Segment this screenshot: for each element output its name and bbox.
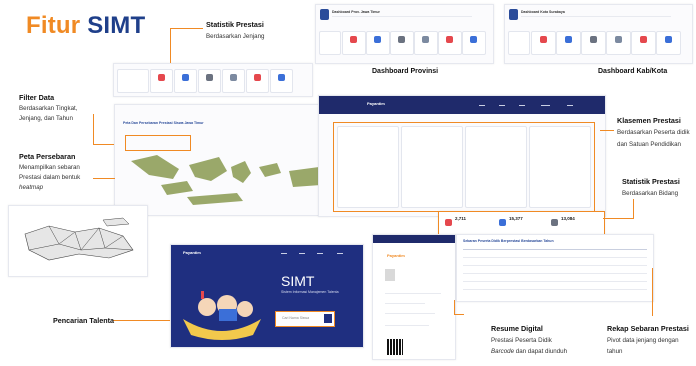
page-title: Fitur SIMT bbox=[26, 12, 145, 40]
boat-illustration bbox=[183, 291, 261, 340]
simt-title: SIMT bbox=[281, 273, 315, 289]
peta-persebaran-screenshot: Peta Dan Persebaran Prestasi Siswa Jawa … bbox=[114, 104, 328, 216]
callout-peta: Peta Persebaran bbox=[19, 152, 76, 161]
callout-peta-line2: Prestasi dalam bentuk bbox=[19, 174, 81, 181]
callout-rekap-line1: Pivot data jenjang dengan bbox=[607, 337, 679, 344]
search-input[interactable]: Cari Nama Siswa bbox=[275, 311, 335, 327]
callout-statistik-jenjang-text: Berdasarkan Jenjang bbox=[206, 33, 265, 40]
indonesia-map bbox=[131, 155, 321, 205]
klasemen-brand: Payantim bbox=[367, 101, 385, 106]
callout-filter-line2: Jenjang, dan Tahun bbox=[19, 115, 73, 122]
jatim-logo-icon bbox=[320, 9, 329, 20]
callout-klasemen-line1: Berdasarkan Peserta didik bbox=[617, 129, 690, 136]
callout-peta-line3: heatmap bbox=[19, 184, 44, 191]
callout-dashboard-kabkota: Dashboard Kab/Kota bbox=[598, 68, 668, 75]
callout-rekap-line2: tahun bbox=[607, 348, 623, 355]
callout-peta-line1: Menampilkan sebaran bbox=[19, 164, 80, 171]
surabaya-logo-icon bbox=[509, 9, 518, 20]
callout-resume: Resume Digital bbox=[491, 324, 543, 333]
callout-talenta: Pencarian Talenta bbox=[53, 316, 114, 325]
resume-brand: Payantim bbox=[387, 253, 405, 258]
landing-brand: Payantim bbox=[183, 250, 201, 255]
title-part-fitur: Fitur bbox=[26, 12, 81, 39]
dashboard-kabkota-screenshot: Dashboard Kota Surabaya bbox=[504, 4, 693, 64]
jatim-heatmap bbox=[24, 217, 134, 261]
stat-value-1: 2,711 bbox=[455, 216, 467, 221]
callout-klasemen-line2: dan Satuan Pendidikan bbox=[617, 141, 681, 148]
statistik-jenjang-screenshot bbox=[113, 63, 313, 97]
callout-bidang: Statistik Prestasi bbox=[622, 177, 680, 186]
barcode-icon bbox=[387, 339, 403, 355]
stat-value-3: 13,084 bbox=[561, 216, 575, 221]
dashboard-provinsi-screenshot: Dashboard Prov. Jawa Timur bbox=[315, 4, 494, 64]
klasemen-prestasi-screenshot: Payantim ▬▬ ▬▬ ▬▬ ▬▬▬ ▬▬ bbox=[318, 95, 606, 217]
resume-digital-screenshot: Payantim bbox=[372, 234, 456, 360]
map-title: Peta Dan Persebaran Prestasi Siswa Jawa … bbox=[123, 121, 204, 125]
rekap-title: Sebaran Peserta Didik Berprestasi Berdas… bbox=[463, 239, 554, 243]
title-part-simt: SIMT bbox=[87, 12, 146, 39]
callout-dashboard-provinsi: Dashboard Provinsi bbox=[372, 68, 439, 75]
simt-subtitle: Sistem Informasi Manajemen Talenta bbox=[281, 290, 339, 294]
kab-header: Dashboard Kota Surabaya bbox=[521, 10, 565, 14]
statistik-bidang-screenshot: 2,711 15,377 13,084 bbox=[438, 211, 605, 235]
student-photo bbox=[385, 269, 395, 281]
simt-landing-screenshot: Payantim ▬▬ ▬▬ ▬▬ ▬▬ SIMT Sistem Informa… bbox=[170, 244, 364, 348]
callout-rekap: Rekap Sebaran Prestasi bbox=[607, 324, 689, 333]
callout-statistik-jenjang: Statistik Prestasi bbox=[206, 20, 264, 29]
callout-klasemen: Klasemen Prestasi bbox=[617, 116, 681, 125]
heatmap-inset bbox=[8, 205, 148, 277]
prov-header: Dashboard Prov. Jawa Timur bbox=[332, 10, 380, 14]
callout-resume-line1: Prestasi Peserta Didik bbox=[491, 337, 552, 344]
callout-filter-line1: Berdasarkan Tingkat, bbox=[19, 105, 78, 112]
callout-bidang-text: Berdasarkan Bidang bbox=[622, 190, 679, 197]
callout-filter-data: Filter Data bbox=[19, 93, 55, 102]
stat-value-2: 15,377 bbox=[509, 216, 523, 221]
rekap-sebaran-screenshot: Sebaran Peserta Didik Berprestasi Berdas… bbox=[456, 234, 654, 302]
search-button[interactable] bbox=[324, 314, 332, 323]
filter-box[interactable] bbox=[125, 135, 191, 151]
callout-resume-line2: Barcode dan dapat diunduh bbox=[491, 348, 568, 355]
